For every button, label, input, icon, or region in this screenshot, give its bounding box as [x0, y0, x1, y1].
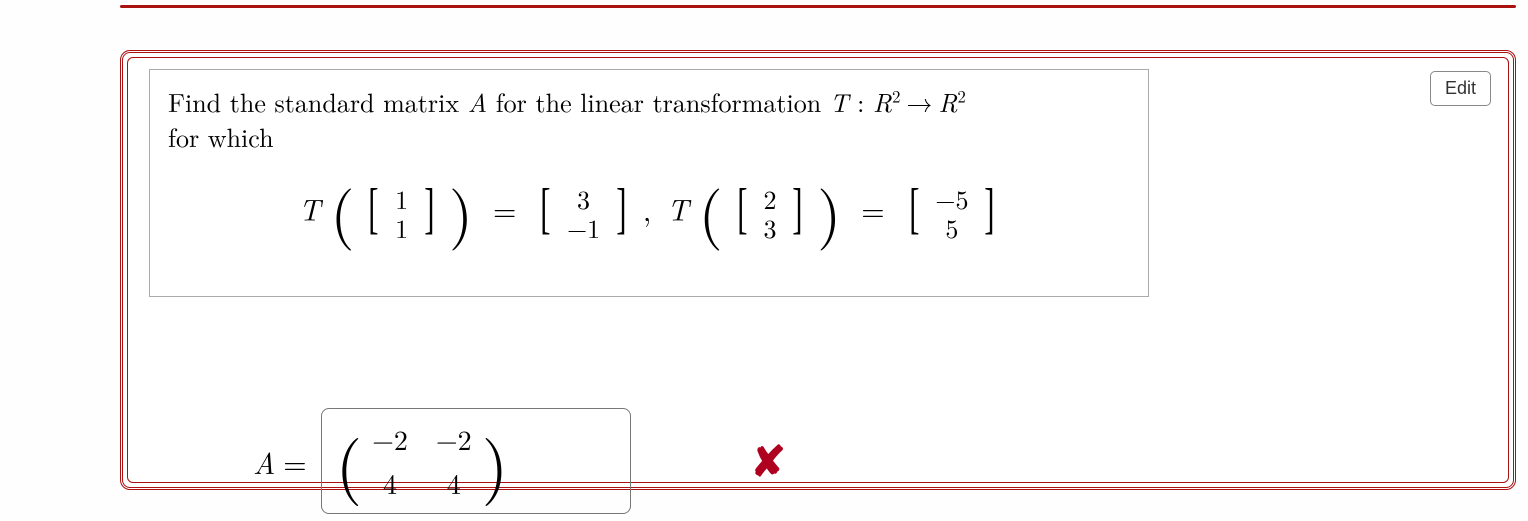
prompt-tail: for which	[168, 118, 274, 155]
equals-1: =	[483, 187, 526, 230]
lparen-icon: (	[699, 165, 723, 253]
matrix-variable: A	[468, 83, 487, 120]
top-divider	[120, 5, 1516, 8]
edit-button[interactable]: Edit	[1430, 71, 1491, 106]
comma: ,	[641, 187, 657, 230]
r1-bot: −1	[565, 214, 602, 243]
equation-row: T ( [ 1 1 ] ) = [ 3 −1 ] , T ( [ 2 3 ]	[168, 172, 1130, 256]
prompt-mid: for the linear transformation	[487, 83, 830, 120]
rbracket-icon: ]	[424, 172, 434, 248]
question-box: Find the standard matrix A for the linea…	[149, 69, 1149, 297]
m-d: 4	[436, 463, 472, 503]
lbracket-icon: [	[540, 172, 550, 248]
prompt-pre: Find the standard matrix	[168, 83, 468, 120]
problem-card: Edit Find the standard matrix A for the …	[120, 50, 1516, 490]
equals-2: =	[851, 187, 894, 230]
lparen-icon: (	[330, 165, 354, 253]
lbracket-icon: [	[369, 172, 379, 248]
transform-T-1: T	[299, 187, 320, 230]
m-b: −2	[436, 419, 472, 459]
answer-var: A	[253, 440, 275, 483]
vector-r1: 3 −1	[565, 185, 602, 242]
vector-v2: 2 3	[761, 185, 778, 242]
rparen-icon: )	[449, 165, 473, 253]
question-prompt: Find the standard matrix A for the linea…	[168, 84, 1130, 154]
rbracket-icon: ]	[985, 172, 995, 248]
answer-area: A = ( −2 −2 4 4 ) ✘	[253, 408, 786, 514]
v2-bot: 3	[761, 214, 778, 243]
r2-bot: 5	[933, 214, 970, 243]
codomain-base: R	[938, 83, 957, 120]
colon: :	[848, 83, 873, 120]
arrow-icon: →	[900, 83, 938, 120]
domain-base: R	[873, 83, 892, 120]
answer-input[interactable]: ( −2 −2 4 4 )	[321, 408, 631, 514]
rbracket-icon: ]	[793, 172, 803, 248]
map-variable: T	[830, 83, 849, 120]
v1-bot: 1	[393, 214, 410, 243]
answer-eq: =	[275, 440, 314, 483]
lbracket-icon: [	[909, 172, 919, 248]
matrix-rparen-icon: )	[482, 434, 508, 488]
rbracket-icon: ]	[616, 172, 626, 248]
lbracket-icon: [	[737, 172, 747, 248]
transform-T-2: T	[667, 187, 688, 230]
vector-r2: −5 5	[933, 185, 970, 242]
m-c: 4	[372, 463, 408, 503]
matrix-lparen-icon: (	[336, 434, 362, 488]
incorrect-icon: ✘	[751, 437, 786, 486]
codomain-exp: 2	[957, 83, 965, 107]
answer-matrix: −2 −2 4 4	[362, 417, 482, 505]
vector-v1: 1 1	[393, 185, 410, 242]
rparen-icon: )	[817, 165, 841, 253]
m-a: −2	[372, 419, 408, 459]
